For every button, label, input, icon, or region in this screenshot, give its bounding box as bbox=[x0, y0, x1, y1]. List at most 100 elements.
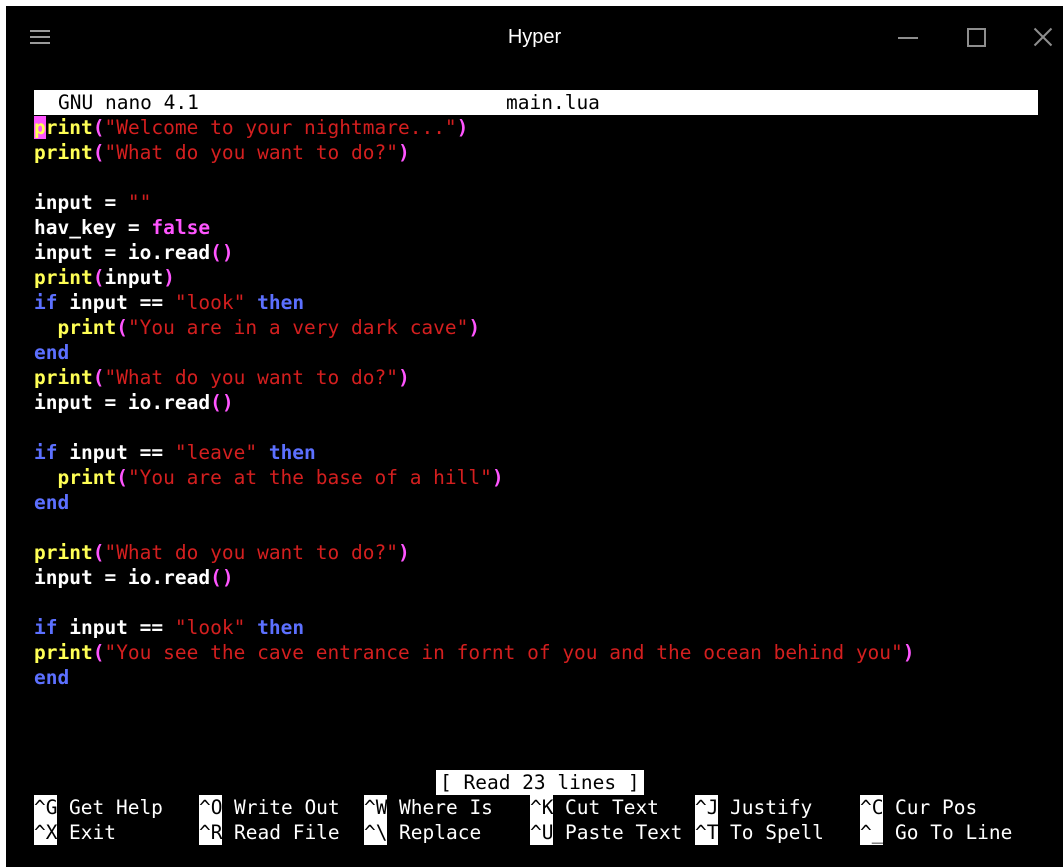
code-line[interactable]: print("What do you want to do?") bbox=[34, 365, 1038, 390]
shortcut-cut-text[interactable]: ^K Cut Text bbox=[530, 795, 659, 820]
code-line[interactable]: end bbox=[34, 340, 1038, 365]
shortcut-key: ^J bbox=[695, 795, 718, 820]
shortcut-bar: ^G Get Help ^O Write Out ^W Where Is ^K Cut Tex… bbox=[34, 795, 1038, 845]
shortcut-label: Exit bbox=[69, 821, 116, 844]
nano-header-bar: GNU nano 4.1 main.lua bbox=[34, 90, 1038, 115]
shortcut-label: Go To Line bbox=[895, 821, 1013, 844]
code-token: input bbox=[104, 266, 164, 289]
shortcut-key: ^K bbox=[530, 795, 553, 820]
code-token: () bbox=[210, 391, 234, 414]
shortcut-cur-pos[interactable]: ^C Cur Pos bbox=[860, 795, 977, 820]
code-line[interactable]: print(input) bbox=[34, 265, 1038, 290]
code-line[interactable]: print("What do you want to do?") bbox=[34, 140, 1038, 165]
code-line[interactable]: print("What do you want to do?") bbox=[34, 540, 1038, 565]
title-bar: Hyper bbox=[6, 6, 1063, 70]
shortcut-label: To Spell bbox=[730, 821, 824, 844]
shortcut-label: Read File bbox=[234, 821, 340, 844]
code-line[interactable]: print("Welcome to your nightmare...") bbox=[34, 115, 1038, 140]
code-token: input = io.read bbox=[34, 391, 211, 414]
code-line[interactable]: input = "" bbox=[34, 190, 1038, 215]
code-line[interactable]: if input == "leave" then bbox=[34, 440, 1038, 465]
terminal-window: Hyper GNU nano 4.1 main.lua print("Welco… bbox=[6, 6, 1063, 867]
shortcut-key: ^_ bbox=[860, 820, 883, 845]
code-token: if bbox=[34, 441, 58, 464]
code-token: ( bbox=[92, 641, 105, 664]
shortcut-read-file[interactable]: ^R Read File bbox=[199, 820, 340, 845]
code-token: end bbox=[34, 341, 70, 364]
code-token: print bbox=[34, 141, 93, 164]
code-line[interactable] bbox=[34, 515, 1038, 540]
shortcut-key: ^X bbox=[34, 820, 57, 845]
code-line[interactable] bbox=[34, 165, 1038, 190]
code-token: then bbox=[257, 291, 305, 314]
maximize-icon[interactable] bbox=[956, 20, 996, 54]
code-token: ( bbox=[92, 141, 105, 164]
code-token: "You see the cave entrance in fornt of y… bbox=[104, 641, 903, 664]
shortcut-label: Get Help bbox=[69, 796, 163, 819]
shortcut-where-is[interactable]: ^W Where Is bbox=[364, 795, 493, 820]
code-token: end bbox=[34, 666, 70, 689]
shortcut-get-help[interactable]: ^G Get Help bbox=[34, 795, 163, 820]
code-token: "leave" bbox=[174, 441, 258, 464]
code-token: () bbox=[210, 241, 234, 264]
shortcut-label: Where Is bbox=[399, 796, 493, 819]
code-line[interactable]: print("You are at the base of a hill") bbox=[34, 465, 1038, 490]
code-token: print bbox=[57, 466, 117, 489]
code-token: input == bbox=[57, 616, 175, 639]
text-cursor: p bbox=[34, 116, 46, 139]
code-token: print bbox=[34, 366, 93, 389]
code-token: end bbox=[34, 491, 70, 514]
shortcut-write-out[interactable]: ^O Write Out bbox=[199, 795, 340, 820]
code-line[interactable]: if input == "look" then bbox=[34, 615, 1038, 640]
shortcut-justify[interactable]: ^J Justify bbox=[695, 795, 812, 820]
code-token: ( bbox=[92, 266, 105, 289]
close-icon[interactable] bbox=[1023, 20, 1063, 54]
shortcut-exit[interactable]: ^X Exit bbox=[34, 820, 116, 845]
code-line[interactable]: end bbox=[34, 490, 1038, 515]
shortcut-replace[interactable]: ^\ Replace bbox=[364, 820, 481, 845]
minimize-icon[interactable] bbox=[888, 20, 928, 54]
shortcut-label: Write Out bbox=[234, 796, 340, 819]
code-token: hav_key = bbox=[34, 216, 152, 239]
code-token: if bbox=[34, 616, 58, 639]
shortcut-to-spell[interactable]: ^T To Spell bbox=[695, 820, 824, 845]
code-token: ( bbox=[92, 116, 105, 139]
code-line[interactable] bbox=[34, 590, 1038, 615]
code-token: ) bbox=[163, 266, 175, 289]
shortcut-label: Replace bbox=[399, 821, 482, 844]
shortcut-key: ^W bbox=[364, 795, 387, 820]
shortcut-go-to-line[interactable]: ^_ Go To Line bbox=[860, 820, 1012, 845]
code-token: "What do you want to do?" bbox=[104, 141, 398, 164]
code-line[interactable]: input = io.read() bbox=[34, 240, 1038, 265]
shortcut-key: ^O bbox=[199, 795, 222, 820]
code-token: then bbox=[268, 441, 316, 464]
code-line[interactable] bbox=[34, 415, 1038, 440]
nano-editor[interactable]: GNU nano 4.1 main.lua print("Welcome to … bbox=[34, 90, 1044, 850]
code-token: ) bbox=[491, 466, 504, 489]
code-line[interactable]: hav_key = false bbox=[34, 215, 1038, 240]
code-line[interactable]: print("You are in a very dark cave") bbox=[34, 315, 1038, 340]
code-line[interactable]: input = io.read() bbox=[34, 390, 1038, 415]
code-line[interactable]: if input == "look" then bbox=[34, 290, 1038, 315]
code-token: ) bbox=[902, 641, 915, 664]
code-token: "look" bbox=[174, 616, 246, 639]
code-token: "Welcome to your nightmare..." bbox=[104, 116, 457, 139]
code-token: ) bbox=[397, 141, 410, 164]
code-line[interactable]: input = io.read() bbox=[34, 565, 1038, 590]
code-token: ( bbox=[92, 541, 105, 564]
code-area[interactable]: print("Welcome to your nightmare...") pri… bbox=[34, 115, 1038, 690]
shortcut-key: ^R bbox=[199, 820, 222, 845]
code-token: print bbox=[34, 541, 93, 564]
code-token: ( bbox=[116, 466, 128, 489]
code-token: input = bbox=[34, 191, 128, 214]
code-token: then bbox=[257, 616, 305, 639]
code-token: if bbox=[34, 291, 58, 314]
code-line[interactable]: end bbox=[34, 665, 1038, 690]
code-token: input = io.read bbox=[34, 241, 211, 264]
code-line[interactable]: print("You see the cave entrance in forn… bbox=[34, 640, 1038, 665]
code-token: ( bbox=[116, 316, 128, 339]
shortcut-paste-text[interactable]: ^U Paste Text bbox=[530, 820, 682, 845]
